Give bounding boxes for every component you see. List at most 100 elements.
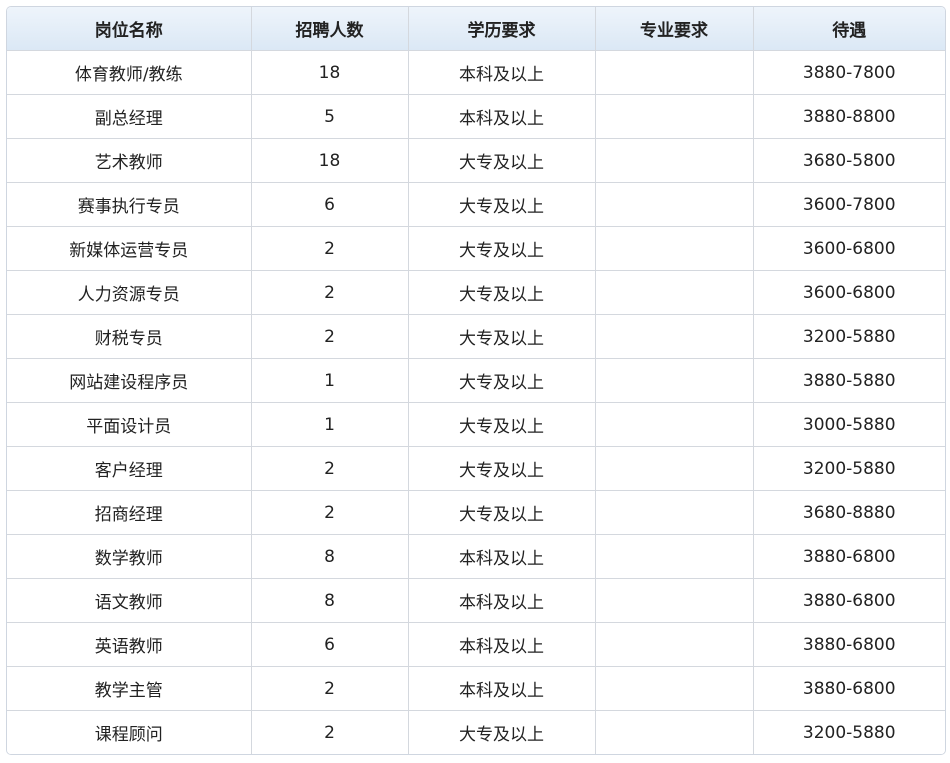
cell-position-name: 语文教师 <box>7 578 252 623</box>
cell-position-name: 艺术教师 <box>7 138 252 183</box>
cell-salary: 3200-5880 <box>752 446 945 491</box>
recruitment-table: 岗位名称 招聘人数 学历要求 专业要求 待遇 体育教师/教练 18 本科及以上 … <box>7 7 945 754</box>
table-row: 招商经理 2 大专及以上 3680-8880 <box>7 490 945 535</box>
cell-salary: 3880-5880 <box>752 358 945 403</box>
cell-education: 大专及以上 <box>407 226 596 271</box>
cell-salary: 3600-6800 <box>752 270 945 315</box>
cell-education: 大专及以上 <box>407 182 596 227</box>
cell-major <box>594 50 754 95</box>
cell-education: 大专及以上 <box>407 402 596 447</box>
cell-headcount: 2 <box>250 490 409 535</box>
cell-position-name: 财税专员 <box>7 314 252 359</box>
cell-position-name: 副总经理 <box>7 94 252 139</box>
cell-position-name: 客户经理 <box>7 446 252 491</box>
cell-major <box>594 270 754 315</box>
cell-education: 本科及以上 <box>407 50 596 95</box>
cell-salary: 3680-8880 <box>752 490 945 535</box>
cell-major <box>594 182 754 227</box>
cell-headcount: 2 <box>250 446 409 491</box>
table-row: 财税专员 2 大专及以上 3200-5880 <box>7 314 945 359</box>
cell-salary: 3880-7800 <box>752 50 945 95</box>
cell-headcount: 8 <box>250 578 409 623</box>
table-row: 新媒体运营专员 2 大专及以上 3600-6800 <box>7 226 945 271</box>
cell-salary: 3880-8800 <box>752 94 945 139</box>
cell-major <box>594 314 754 359</box>
cell-headcount: 1 <box>250 402 409 447</box>
cell-headcount: 6 <box>250 622 409 667</box>
cell-position-name: 数学教师 <box>7 534 252 579</box>
cell-major <box>594 138 754 183</box>
table-header-row: 岗位名称 招聘人数 学历要求 专业要求 待遇 <box>7 7 945 51</box>
cell-salary: 3600-7800 <box>752 182 945 227</box>
cell-position-name: 招商经理 <box>7 490 252 535</box>
cell-salary: 3200-5880 <box>752 314 945 359</box>
cell-education: 大专及以上 <box>407 314 596 359</box>
cell-position-name: 新媒体运营专员 <box>7 226 252 271</box>
cell-headcount: 6 <box>250 182 409 227</box>
header-education: 学历要求 <box>407 7 596 51</box>
cell-salary: 3680-5800 <box>752 138 945 183</box>
cell-headcount: 2 <box>250 314 409 359</box>
cell-major <box>594 446 754 491</box>
table-row: 客户经理 2 大专及以上 3200-5880 <box>7 446 945 491</box>
cell-major <box>594 622 754 667</box>
recruitment-table-container: 岗位名称 招聘人数 学历要求 专业要求 待遇 体育教师/教练 18 本科及以上 … <box>7 7 945 754</box>
cell-education: 本科及以上 <box>407 578 596 623</box>
cell-major <box>594 226 754 271</box>
table-row: 教学主管 2 本科及以上 3880-6800 <box>7 666 945 711</box>
table-body: 体育教师/教练 18 本科及以上 3880-7800 副总经理 5 本科及以上 … <box>7 50 945 754</box>
cell-salary: 3000-5880 <box>752 402 945 447</box>
cell-headcount: 2 <box>250 710 409 754</box>
cell-major <box>594 358 754 403</box>
cell-headcount: 2 <box>250 270 409 315</box>
cell-major <box>594 534 754 579</box>
cell-education: 大专及以上 <box>407 446 596 491</box>
cell-education: 大专及以上 <box>407 710 596 754</box>
cell-position-name: 网站建设程序员 <box>7 358 252 403</box>
cell-major <box>594 402 754 447</box>
cell-position-name: 赛事执行专员 <box>7 182 252 227</box>
table-row: 赛事执行专员 6 大专及以上 3600-7800 <box>7 182 945 227</box>
table-row: 体育教师/教练 18 本科及以上 3880-7800 <box>7 50 945 95</box>
table-row: 数学教师 8 本科及以上 3880-6800 <box>7 534 945 579</box>
cell-education: 大专及以上 <box>407 358 596 403</box>
table-row: 副总经理 5 本科及以上 3880-8800 <box>7 94 945 139</box>
table-row: 网站建设程序员 1 大专及以上 3880-5880 <box>7 358 945 403</box>
table-row: 英语教师 6 本科及以上 3880-6800 <box>7 622 945 667</box>
cell-major <box>594 94 754 139</box>
cell-position-name: 课程顾问 <box>7 710 252 754</box>
table-row: 平面设计员 1 大专及以上 3000-5880 <box>7 402 945 447</box>
header-headcount: 招聘人数 <box>250 7 409 51</box>
cell-headcount: 2 <box>250 226 409 271</box>
table-row: 课程顾问 2 大专及以上 3200-5880 <box>7 710 945 754</box>
header-major: 专业要求 <box>594 7 754 51</box>
cell-headcount: 8 <box>250 534 409 579</box>
cell-education: 本科及以上 <box>407 622 596 667</box>
cell-headcount: 18 <box>250 50 409 95</box>
table-row: 艺术教师 18 大专及以上 3680-5800 <box>7 138 945 183</box>
cell-headcount: 1 <box>250 358 409 403</box>
cell-education: 大专及以上 <box>407 138 596 183</box>
cell-education: 大专及以上 <box>407 270 596 315</box>
cell-major <box>594 666 754 711</box>
cell-headcount: 2 <box>250 666 409 711</box>
cell-education: 大专及以上 <box>407 490 596 535</box>
cell-position-name: 英语教师 <box>7 622 252 667</box>
cell-major <box>594 490 754 535</box>
table-row: 语文教师 8 本科及以上 3880-6800 <box>7 578 945 623</box>
cell-position-name: 平面设计员 <box>7 402 252 447</box>
cell-position-name: 体育教师/教练 <box>7 50 252 95</box>
cell-education: 本科及以上 <box>407 534 596 579</box>
cell-position-name: 教学主管 <box>7 666 252 711</box>
header-salary: 待遇 <box>752 7 945 51</box>
cell-major <box>594 710 754 754</box>
table-row: 人力资源专员 2 大专及以上 3600-6800 <box>7 270 945 315</box>
cell-position-name: 人力资源专员 <box>7 270 252 315</box>
cell-education: 本科及以上 <box>407 94 596 139</box>
cell-salary: 3880-6800 <box>752 622 945 667</box>
cell-headcount: 5 <box>250 94 409 139</box>
cell-salary: 3600-6800 <box>752 226 945 271</box>
cell-salary: 3200-5880 <box>752 710 945 754</box>
cell-education: 本科及以上 <box>407 666 596 711</box>
cell-salary: 3880-6800 <box>752 578 945 623</box>
